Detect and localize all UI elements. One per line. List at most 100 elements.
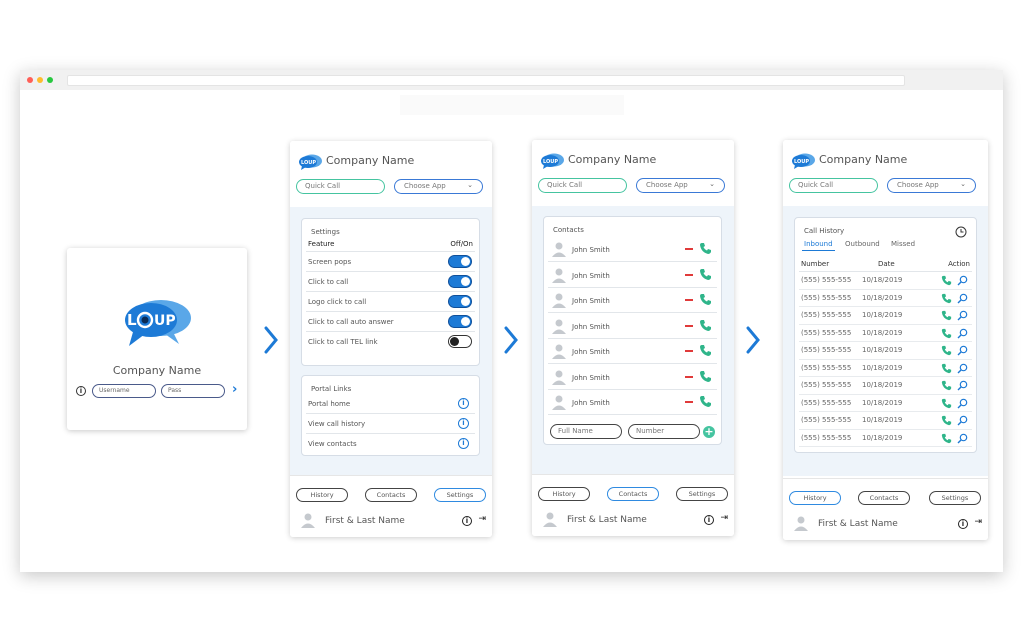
tel-link-toggle[interactable] [448,335,472,348]
delete-contact-icon[interactable] [685,248,693,250]
delete-contact-icon[interactable] [685,273,693,276]
contact-row[interactable]: John Smith [548,237,717,262]
tab-settings[interactable]: Settings [434,488,486,502]
loup-logo-icon[interactable]: LOUP [298,153,322,171]
info-icon[interactable]: i [458,438,469,449]
tab-settings[interactable]: Settings [676,487,728,501]
search-icon[interactable] [957,433,968,444]
phone-icon[interactable] [941,310,952,321]
minimize-window-dot[interactable] [37,77,43,83]
contact-row[interactable]: John Smith [548,263,717,288]
phone-icon[interactable] [941,293,952,304]
search-icon[interactable] [957,398,968,409]
phone-icon[interactable] [699,242,712,255]
info-icon[interactable]: i [704,515,714,525]
tab-contacts[interactable]: Contacts [607,487,659,501]
loup-logo-icon[interactable]: LOUP [791,152,815,170]
address-bar[interactable] [67,75,905,86]
phone-icon[interactable] [941,433,952,444]
choose-app-select[interactable]: Choose App ⌄ [636,178,725,193]
search-icon[interactable] [957,293,968,304]
logo-click-to-call-toggle[interactable] [448,295,472,308]
contact-row[interactable]: John Smith [548,339,717,364]
search-icon[interactable] [957,380,968,391]
quick-call-input[interactable]: Quick Call [296,179,385,194]
tab-contacts[interactable]: Contacts [365,488,417,502]
phone-icon[interactable] [699,395,712,408]
logout-icon[interactable]: ⇥ [720,513,728,523]
auto-answer-toggle[interactable] [448,315,472,328]
phone-icon[interactable] [699,344,712,357]
phone-icon[interactable] [941,345,952,356]
call-number: (555) 555-555 [801,398,852,407]
info-icon[interactable]: i [458,418,469,429]
screen-pops-toggle[interactable] [448,255,472,268]
portal-link-portal-home[interactable]: Portal home i [306,394,475,414]
choose-app-select[interactable]: Choose App ⌄ [887,178,976,193]
search-icon[interactable] [957,275,968,286]
delete-contact-icon[interactable] [685,324,693,327]
delete-contact-icon[interactable] [685,350,693,352]
number-column-header: Number [801,260,830,268]
phone-icon[interactable] [941,398,952,409]
delete-contact-icon[interactable] [685,401,693,403]
maximize-window-dot[interactable] [47,77,53,83]
search-icon[interactable] [957,328,968,339]
username-input[interactable]: Username [92,384,156,398]
contact-row[interactable]: John Smith [548,288,717,313]
click-to-call-toggle[interactable] [448,275,472,288]
portal-link-call-history[interactable]: View call history i [306,414,475,434]
info-icon[interactable]: i [462,516,472,526]
loup-logo-icon[interactable]: LOUP [540,152,564,170]
login-submit-chevron-icon[interactable]: › [232,383,237,397]
logout-icon[interactable]: ⇥ [974,517,982,527]
loup-logo-icon: L UP [125,300,191,346]
portal-link-contacts[interactable]: View contacts i [306,434,475,454]
full-name-input[interactable]: Full Name [550,424,622,439]
phone-icon[interactable] [699,319,712,332]
close-window-dot[interactable] [27,77,33,83]
tab-settings[interactable]: Settings [929,491,981,505]
phone-icon[interactable] [941,380,952,391]
svg-text:LOUP: LOUP [794,159,809,165]
tab-inbound[interactable]: Inbound [802,240,835,251]
choose-app-label: Choose App [404,182,446,190]
quick-call-input[interactable]: Quick Call [538,178,627,193]
search-icon[interactable] [957,363,968,374]
tab-contacts[interactable]: Contacts [858,491,910,505]
logout-icon[interactable]: ⇥ [478,514,486,524]
contacts-panel: LOUP Company Name Quick Call Choose App … [532,140,734,536]
info-icon[interactable]: i [458,398,469,409]
call-date: 10/18/2019 [862,346,903,354]
phone-icon[interactable] [699,370,712,383]
contact-row[interactable]: John Smith [548,390,717,415]
call-number: (555) 555-555 [801,433,852,442]
phone-icon[interactable] [699,268,712,281]
search-icon[interactable] [957,345,968,356]
contact-row[interactable]: John Smith [548,365,717,390]
choose-app-select[interactable]: Choose App ⌄ [394,179,483,194]
tab-history[interactable]: History [296,488,348,502]
phone-icon[interactable] [941,328,952,339]
search-icon[interactable] [957,310,968,321]
tab-history[interactable]: History [538,487,590,501]
quick-call-input[interactable]: Quick Call [789,178,878,193]
svg-text:L: L [127,311,137,329]
phone-icon[interactable] [699,293,712,306]
info-icon[interactable]: i [76,386,86,396]
tab-history[interactable]: History [789,491,841,505]
delete-contact-icon[interactable] [685,375,693,378]
tab-missed[interactable]: Missed [891,240,915,248]
phone-icon[interactable] [941,363,952,374]
info-icon[interactable]: i [958,519,968,529]
add-contact-button[interactable]: + [703,426,715,438]
phone-icon[interactable] [941,415,952,426]
tab-outbound[interactable]: Outbound [845,240,880,248]
delete-contact-icon[interactable] [685,299,693,301]
phone-icon[interactable] [941,275,952,286]
number-input[interactable]: Number [628,424,700,439]
clock-icon[interactable] [955,226,967,238]
search-icon[interactable] [957,415,968,426]
contact-row[interactable]: John Smith [548,314,717,339]
password-input[interactable]: Pass [161,384,225,398]
